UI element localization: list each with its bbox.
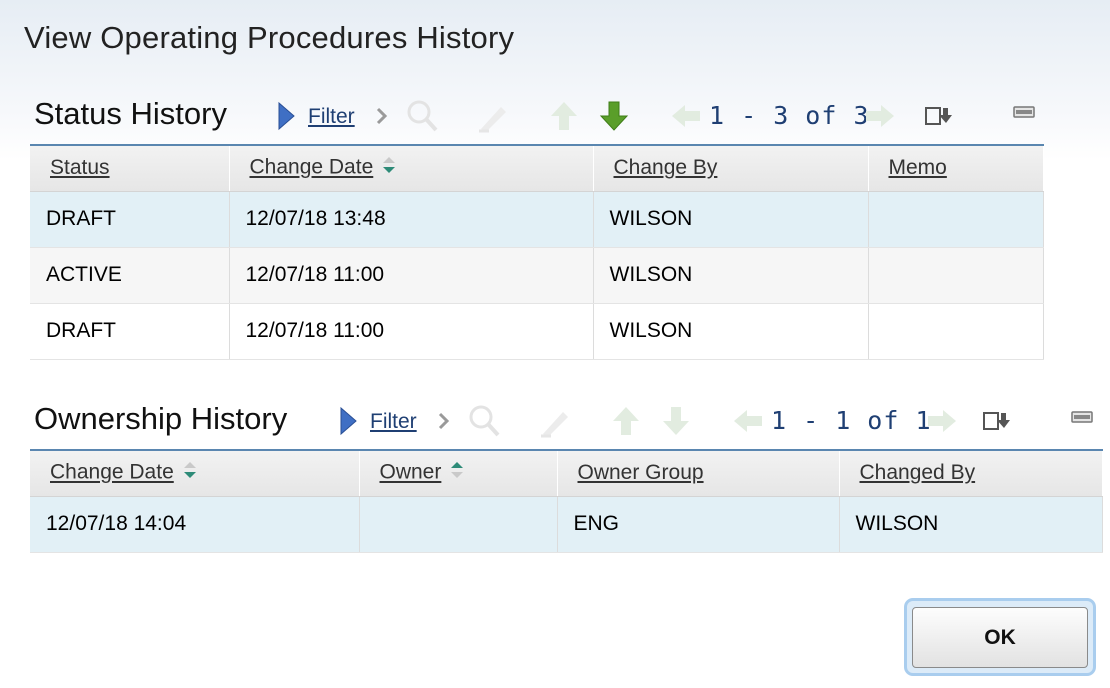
status-history-toolbar: Status History Filter 1 - 3 of 3	[0, 96, 1110, 146]
chevron-right-icon[interactable]	[434, 401, 454, 441]
column-header-label[interactable]: Change Date	[50, 461, 174, 484]
cell-memo	[868, 303, 1044, 360]
download-icon[interactable]	[978, 401, 1014, 441]
column-header-label[interactable]: Owner Group	[578, 461, 704, 484]
table-header-row: Status Change Date Change By Memo	[30, 145, 1044, 192]
sort-icon[interactable]	[182, 459, 198, 487]
cell-owner	[359, 496, 558, 553]
column-header-status[interactable]: Status	[30, 145, 230, 192]
table-row[interactable]: DRAFT 12/07/18 11:00 WILSON	[30, 303, 1044, 360]
column-header-owner[interactable]: Owner	[359, 450, 558, 497]
status-history-title: Status History	[34, 96, 227, 131]
clear-filter-icon	[472, 96, 512, 136]
arrow-down-icon	[658, 401, 694, 441]
cell-status: ACTIVE	[30, 247, 230, 304]
dialog-title: View Operating Procedures History	[24, 20, 515, 55]
cell-change-by: WILSON	[593, 247, 869, 304]
previous-page-icon	[730, 401, 766, 441]
status-filter-link[interactable]: Filter	[308, 105, 355, 129]
cell-change-date: 12/07/18 14:04	[30, 496, 360, 553]
cell-memo	[868, 247, 1044, 304]
ownership-pager-text: 1 - 1 of 1	[771, 406, 932, 435]
sort-icon[interactable]	[381, 154, 397, 182]
arrow-up-icon	[608, 401, 644, 441]
ownership-filter-link[interactable]: Filter	[370, 410, 417, 434]
search-icon	[464, 401, 504, 441]
column-header-change-date[interactable]: Change Date	[30, 450, 360, 497]
cell-owner-group: ENG	[557, 496, 840, 553]
column-header-change-date[interactable]: Change Date	[229, 145, 594, 192]
ok-button[interactable]: OK	[912, 607, 1088, 668]
column-header-memo[interactable]: Memo	[868, 145, 1044, 192]
column-header-change-by[interactable]: Change By	[593, 145, 869, 192]
table-row[interactable]: 12/07/18 14:04 ENG WILSON	[30, 496, 1103, 553]
table-row[interactable]: DRAFT 12/07/18 13:48 WILSON	[30, 191, 1044, 248]
next-page-icon	[924, 401, 960, 441]
chevron-right-icon[interactable]	[372, 96, 392, 136]
filter-toggle-icon[interactable]	[336, 401, 360, 441]
column-header-label[interactable]: Changed By	[860, 461, 976, 484]
cell-change-by: WILSON	[593, 303, 869, 360]
status-pager-text: 1 - 3 of 3	[709, 101, 870, 130]
cell-memo	[868, 191, 1044, 248]
column-header-label[interactable]: Memo	[889, 156, 947, 179]
arrow-down-icon[interactable]	[596, 96, 632, 136]
column-header-owner-group[interactable]: Owner Group	[557, 450, 840, 497]
search-icon	[402, 96, 442, 136]
arrow-up-icon	[546, 96, 582, 136]
status-history-table: Status Change Date Change By Memo DRAFT …	[30, 144, 1044, 360]
ownership-history-title: Ownership History	[34, 401, 288, 436]
cell-change-date: 12/07/18 11:00	[229, 303, 594, 360]
column-header-changed-by[interactable]: Changed By	[839, 450, 1103, 497]
ownership-history-table: Change Date Owner Owner Group Changed By…	[30, 449, 1103, 553]
clear-filter-icon	[534, 401, 574, 441]
next-page-icon	[862, 96, 898, 136]
table-header-row: Change Date Owner Owner Group Changed By	[30, 450, 1103, 497]
cell-status: DRAFT	[30, 191, 230, 248]
column-header-label[interactable]: Change Date	[250, 156, 374, 179]
download-icon[interactable]	[920, 96, 956, 136]
table-row[interactable]: ACTIVE 12/07/18 11:00 WILSON	[30, 247, 1044, 304]
previous-page-icon	[668, 96, 704, 136]
column-header-label[interactable]: Change By	[614, 156, 718, 179]
sort-icon[interactable]	[449, 459, 465, 487]
filter-toggle-icon[interactable]	[274, 96, 298, 136]
cell-change-by: WILSON	[593, 191, 869, 248]
cell-changed-by: WILSON	[839, 496, 1103, 553]
minimize-icon[interactable]	[1068, 401, 1096, 433]
minimize-icon[interactable]	[1010, 96, 1038, 128]
ownership-history-toolbar: Ownership History Filter 1 - 1 of 1	[0, 401, 1110, 451]
column-header-label[interactable]: Status	[50, 156, 110, 179]
cell-change-date: 12/07/18 11:00	[229, 247, 594, 304]
column-header-label[interactable]: Owner	[380, 461, 442, 484]
cell-status: DRAFT	[30, 303, 230, 360]
cell-change-date: 12/07/18 13:48	[229, 191, 594, 248]
